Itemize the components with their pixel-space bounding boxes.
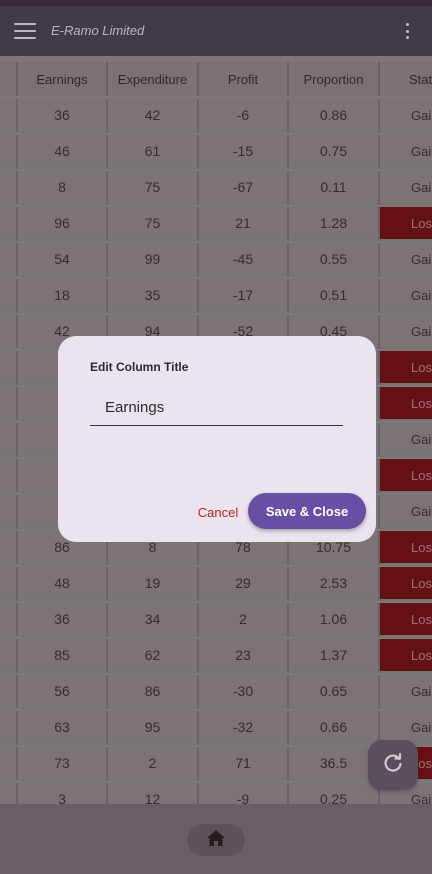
save-close-button[interactable]: Save & Close xyxy=(248,493,366,529)
column-title-input[interactable] xyxy=(90,390,343,426)
cancel-button[interactable]: Cancel xyxy=(188,500,248,524)
dialog-title: Edit Column Title xyxy=(90,360,189,374)
edit-column-dialog: Edit Column Title Cancel Save & Close xyxy=(58,336,376,542)
